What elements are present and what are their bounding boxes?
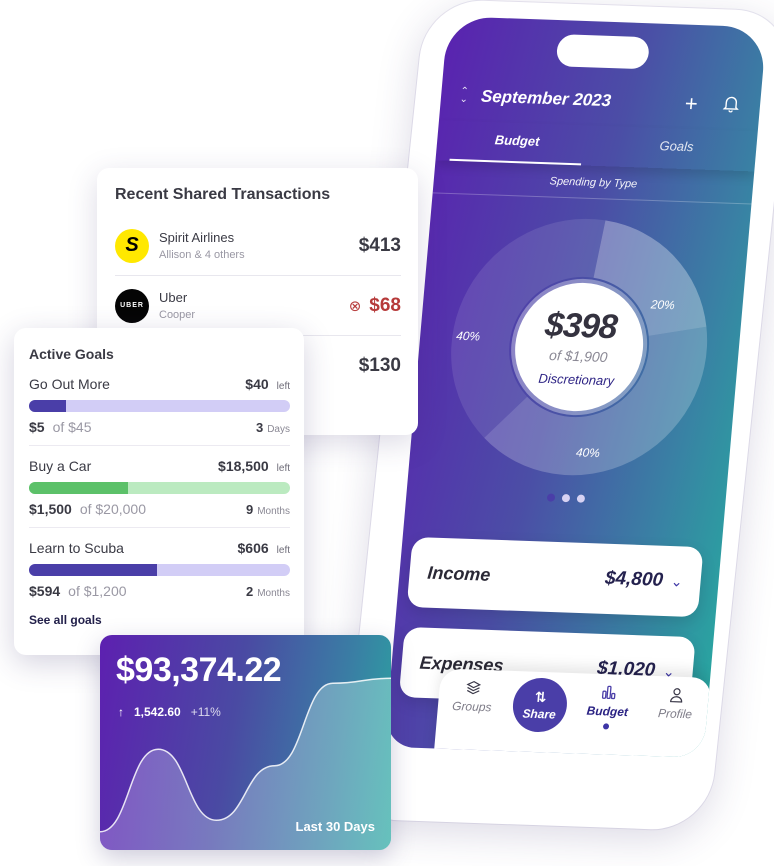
segment-label: 20% xyxy=(650,297,676,313)
goal-progress-bar xyxy=(29,400,290,412)
change-percent: +11% xyxy=(190,705,221,719)
goal-name: Go Out More xyxy=(29,376,110,392)
see-all-goals-link[interactable]: See all goals xyxy=(29,613,290,627)
spirit-airlines-logo: S xyxy=(115,228,149,263)
goal-name: Learn to Scuba xyxy=(29,540,124,556)
transaction-amount: $68 xyxy=(369,294,401,316)
date-range[interactable]: Last 30 Days xyxy=(296,819,376,834)
shared-with: Cooper xyxy=(159,309,196,321)
card-title: Active Goals xyxy=(29,346,114,362)
goal-remaining-label: left xyxy=(276,463,290,474)
segment-label: 40% xyxy=(575,445,601,461)
arrow-up-icon: ↑ xyxy=(118,705,124,719)
section-label: Spending by Type xyxy=(549,175,638,191)
page-indicator xyxy=(406,489,725,508)
balance-change: ↑ 1,542.60 +11% xyxy=(118,705,221,719)
nav-label: Share xyxy=(521,706,557,722)
card-title: Recent Shared Transactions xyxy=(115,186,331,203)
goal-progress-bar xyxy=(29,564,290,576)
goal-item[interactable]: Go Out More $40 left $5 of $45 3 Days xyxy=(29,376,290,446)
nav-share[interactable]: ⇅ Share xyxy=(504,677,576,733)
segment-label: 40% xyxy=(455,328,481,344)
declined-icon: ⊗ xyxy=(348,297,362,315)
income-amount: $4,800 xyxy=(604,567,664,591)
nav-label: Budget xyxy=(586,703,629,720)
goal-time-value: 2 xyxy=(245,584,254,599)
goal-progress-fill xyxy=(29,400,66,412)
goal-saved: $5 xyxy=(29,419,45,435)
page-dot[interactable] xyxy=(576,494,586,503)
budget-total: of $1,900 xyxy=(548,347,609,366)
bar-chart-icon xyxy=(600,684,618,705)
phone-notch xyxy=(555,34,651,70)
goal-remaining-label: left xyxy=(276,545,290,556)
nav-label: Groups xyxy=(451,698,493,715)
share-button[interactable]: ⇅ Share xyxy=(510,677,570,733)
transaction-amount: $130 xyxy=(358,355,401,376)
goal-target: of $20,000 xyxy=(79,501,146,517)
income-label: Income xyxy=(426,562,492,585)
goal-saved: $594 xyxy=(29,583,61,599)
nav-label: Profile xyxy=(657,706,693,722)
shared-with: Allison & 4 others xyxy=(159,249,245,261)
merchant-name: Uber xyxy=(159,290,188,305)
change-amount: 1,542.60 xyxy=(134,705,181,719)
nav-profile[interactable]: Profile xyxy=(641,686,712,722)
goal-item[interactable]: Learn to Scuba $606 left $594 of $1,200 … xyxy=(29,540,290,609)
goal-target: of $45 xyxy=(52,419,92,435)
goal-item[interactable]: Buy a Car $18,500 left $1,500 of $20,000… xyxy=(29,458,290,528)
transfer-arrows-icon: ⇅ xyxy=(534,688,548,706)
balance-amount: $93,374.22 xyxy=(116,651,282,689)
goal-progress-bar xyxy=(29,482,290,494)
bottom-nav: Groups ⇅ Share Budget Profile xyxy=(433,668,713,758)
spent-amount: $398 xyxy=(543,305,619,347)
active-goals-card: Active Goals Go Out More $40 left $5 of … xyxy=(14,328,304,655)
goal-time-value: 3 xyxy=(255,420,264,435)
spending-donut-chart: 20% 40% 40% $398 of $1,900 Discretionary xyxy=(438,212,720,481)
goal-progress-fill xyxy=(29,482,129,494)
tab-bar: Budget Goals xyxy=(436,120,758,171)
month-title[interactable]: September 2023 xyxy=(480,87,667,114)
divider xyxy=(432,192,752,205)
merchant-name: Spirit Airlines xyxy=(159,230,235,245)
uber-logo: UBER xyxy=(115,288,149,323)
goal-saved: $1,500 xyxy=(29,501,72,517)
page-dot[interactable] xyxy=(546,493,556,502)
person-icon xyxy=(668,686,686,707)
transaction-row[interactable]: UBER Uber Cooper ⊗ $68 xyxy=(115,276,401,336)
chevron-down-icon[interactable]: ⌄ xyxy=(670,573,683,590)
transaction-row[interactable]: S Spirit Airlines Allison & 4 others $41… xyxy=(115,216,401,276)
plus-icon[interactable]: + xyxy=(675,90,707,117)
tab-budget[interactable]: Budget xyxy=(436,120,599,166)
tab-goals[interactable]: Goals xyxy=(595,126,758,172)
phone-screen: ⌃ ⌄ September 2023 + Budget Goals Spendin… xyxy=(384,16,767,758)
goal-remaining: $18,500 xyxy=(218,458,269,474)
nav-groups[interactable]: Groups xyxy=(437,678,508,714)
goal-target: of $1,200 xyxy=(68,583,127,599)
layers-icon xyxy=(465,679,483,700)
page-dot[interactable] xyxy=(561,493,571,503)
goal-remaining: $606 xyxy=(237,540,269,556)
goal-remaining-label: left xyxy=(276,381,290,392)
goal-remaining: $40 xyxy=(245,376,269,392)
goal-time-unit: Months xyxy=(257,588,290,599)
up-down-chevron-icon[interactable]: ⌃ ⌄ xyxy=(456,86,471,105)
income-card[interactable]: Income $4,800 ⌄ xyxy=(406,536,704,618)
goal-time-unit: Days xyxy=(267,424,290,435)
screen-header: ⌃ ⌄ September 2023 + xyxy=(456,81,748,121)
active-indicator xyxy=(602,723,610,730)
goal-name: Buy a Car xyxy=(29,458,92,474)
balance-card: $93,374.22 ↑ 1,542.60 +11% Last 30 Days xyxy=(100,635,391,850)
bell-icon[interactable] xyxy=(715,93,747,117)
category-name[interactable]: Discretionary xyxy=(538,371,615,389)
goal-progress-fill xyxy=(29,564,157,576)
nav-budget[interactable]: Budget xyxy=(572,683,644,730)
goal-time-value: 9 xyxy=(245,502,254,517)
goal-time-unit: Months xyxy=(257,506,290,517)
transaction-amount: $413 xyxy=(358,234,401,256)
